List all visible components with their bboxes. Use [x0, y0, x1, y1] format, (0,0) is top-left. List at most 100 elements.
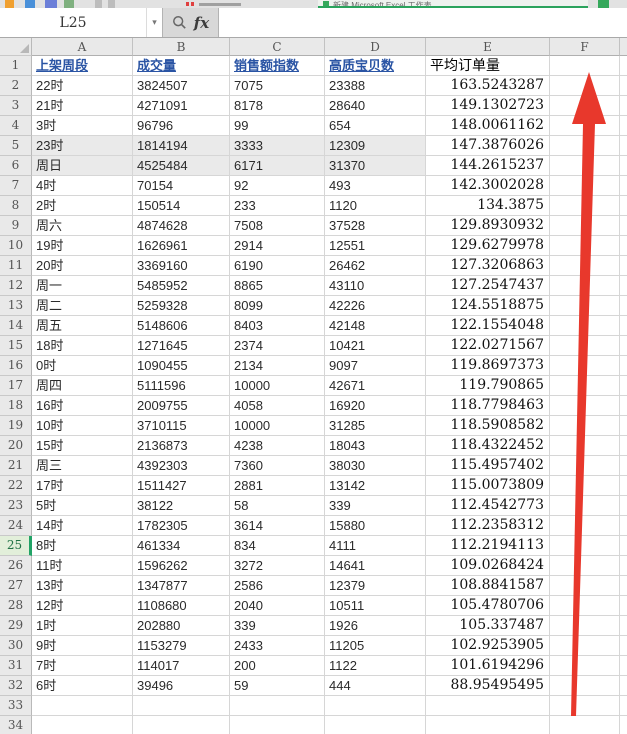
column-header-B[interactable]: B [133, 38, 230, 56]
cell[interactable]: 成交量 [133, 56, 230, 76]
cell[interactable] [230, 716, 325, 734]
inactive-doc-tab-title[interactable] [199, 3, 241, 6]
cell[interactable]: 3369160 [133, 256, 230, 276]
cell[interactable] [133, 696, 230, 716]
magnifier-icon[interactable] [172, 15, 187, 30]
row-header-22[interactable]: 22 [0, 476, 32, 496]
cell[interactable]: 13142 [325, 476, 426, 496]
cell[interactable]: 周日 [32, 156, 133, 176]
cell[interactable] [550, 336, 620, 356]
cell[interactable] [426, 696, 550, 716]
cell[interactable] [550, 416, 620, 436]
cell[interactable]: 43110 [325, 276, 426, 296]
row-header-28[interactable]: 28 [0, 596, 32, 616]
cell[interactable]: 8时 [32, 536, 133, 556]
cell[interactable]: 3710115 [133, 416, 230, 436]
cell[interactable] [550, 716, 620, 734]
cell[interactable]: 58 [230, 496, 325, 516]
cell[interactable]: 654 [325, 116, 426, 136]
cell[interactable] [550, 616, 620, 636]
cell[interactable]: 118.7798463 [426, 396, 550, 416]
cell[interactable] [550, 276, 620, 296]
cell[interactable] [620, 416, 627, 436]
cell[interactable]: 115.4957402 [426, 456, 550, 476]
cell[interactable]: 144.2615237 [426, 156, 550, 176]
cell[interactable] [32, 716, 133, 734]
row-header-23[interactable]: 23 [0, 496, 32, 516]
row-header-27[interactable]: 27 [0, 576, 32, 596]
cell[interactable]: 2136873 [133, 436, 230, 456]
cell[interactable]: 17时 [32, 476, 133, 496]
cell[interactable] [620, 236, 627, 256]
cell[interactable]: 101.6194296 [426, 656, 550, 676]
select-all-button[interactable] [0, 38, 32, 56]
cell[interactable]: 11时 [32, 556, 133, 576]
cell[interactable]: 18043 [325, 436, 426, 456]
cell[interactable]: 108.8841587 [426, 576, 550, 596]
cell[interactable] [550, 376, 620, 396]
cell[interactable] [620, 396, 627, 416]
cell[interactable] [550, 556, 620, 576]
cell[interactable]: 7075 [230, 76, 325, 96]
row-header-8[interactable]: 8 [0, 196, 32, 216]
cell[interactable]: 2040 [230, 596, 325, 616]
cell[interactable]: 134.3875 [426, 196, 550, 216]
cell[interactable] [550, 316, 620, 336]
active-document-tab[interactable]: 新建 Microsoft Excel 工作表 [318, 0, 588, 8]
cell[interactable] [620, 216, 627, 236]
cell[interactable] [550, 256, 620, 276]
cell[interactable]: 9时 [32, 636, 133, 656]
cell[interactable]: 3614 [230, 516, 325, 536]
row-header-25[interactable]: 25 [0, 536, 32, 556]
cell[interactable] [550, 436, 620, 456]
cell[interactable]: 59 [230, 676, 325, 696]
cell[interactable]: 4874628 [133, 216, 230, 236]
cell[interactable]: 2374 [230, 336, 325, 356]
cell[interactable] [620, 676, 627, 696]
cell[interactable] [620, 276, 627, 296]
cell[interactable] [620, 116, 627, 136]
cell[interactable] [620, 356, 627, 376]
cell[interactable]: 42671 [325, 376, 426, 396]
inactive-doc-tab-icon[interactable] [191, 2, 194, 6]
cell[interactable]: 2586 [230, 576, 325, 596]
cell[interactable] [550, 196, 620, 216]
cell[interactable]: 339 [325, 496, 426, 516]
cell[interactable]: 129.8930932 [426, 216, 550, 236]
row-header-1[interactable]: 1 [0, 56, 32, 76]
cell[interactable] [550, 116, 620, 136]
cell[interactable]: 1153279 [133, 636, 230, 656]
cell[interactable]: 23时 [32, 136, 133, 156]
cell[interactable] [620, 496, 627, 516]
cell[interactable]: 3272 [230, 556, 325, 576]
cell[interactable]: 销售额指数 [230, 56, 325, 76]
toolbar-icon[interactable] [95, 0, 102, 8]
row-header-16[interactable]: 16 [0, 356, 32, 376]
cell[interactable]: 16时 [32, 396, 133, 416]
cell[interactable]: 4238 [230, 436, 325, 456]
cell[interactable]: 105.337487 [426, 616, 550, 636]
cell[interactable]: 6时 [32, 676, 133, 696]
cell[interactable]: 31370 [325, 156, 426, 176]
cell[interactable]: 周五 [32, 316, 133, 336]
row-header-33[interactable]: 33 [0, 696, 32, 716]
cell[interactable]: 19时 [32, 236, 133, 256]
toolbar-icon[interactable] [108, 0, 115, 8]
cell[interactable] [620, 476, 627, 496]
cell[interactable] [620, 696, 627, 716]
row-header-17[interactable]: 17 [0, 376, 32, 396]
cell[interactable]: 122.1554048 [426, 316, 550, 336]
row-header-3[interactable]: 3 [0, 96, 32, 116]
cell[interactable]: 0时 [32, 356, 133, 376]
row-header-26[interactable]: 26 [0, 556, 32, 576]
cell[interactable]: 16920 [325, 396, 426, 416]
cell[interactable]: 4058 [230, 396, 325, 416]
chevron-down-icon[interactable]: ▾ [146, 8, 162, 37]
column-header-F[interactable]: F [550, 38, 620, 56]
cell[interactable]: 5111596 [133, 376, 230, 396]
cell[interactable]: 21时 [32, 96, 133, 116]
cell[interactable]: 4时 [32, 176, 133, 196]
column-header-A[interactable]: A [32, 38, 133, 56]
row-header-15[interactable]: 15 [0, 336, 32, 356]
cell[interactable]: 12时 [32, 596, 133, 616]
